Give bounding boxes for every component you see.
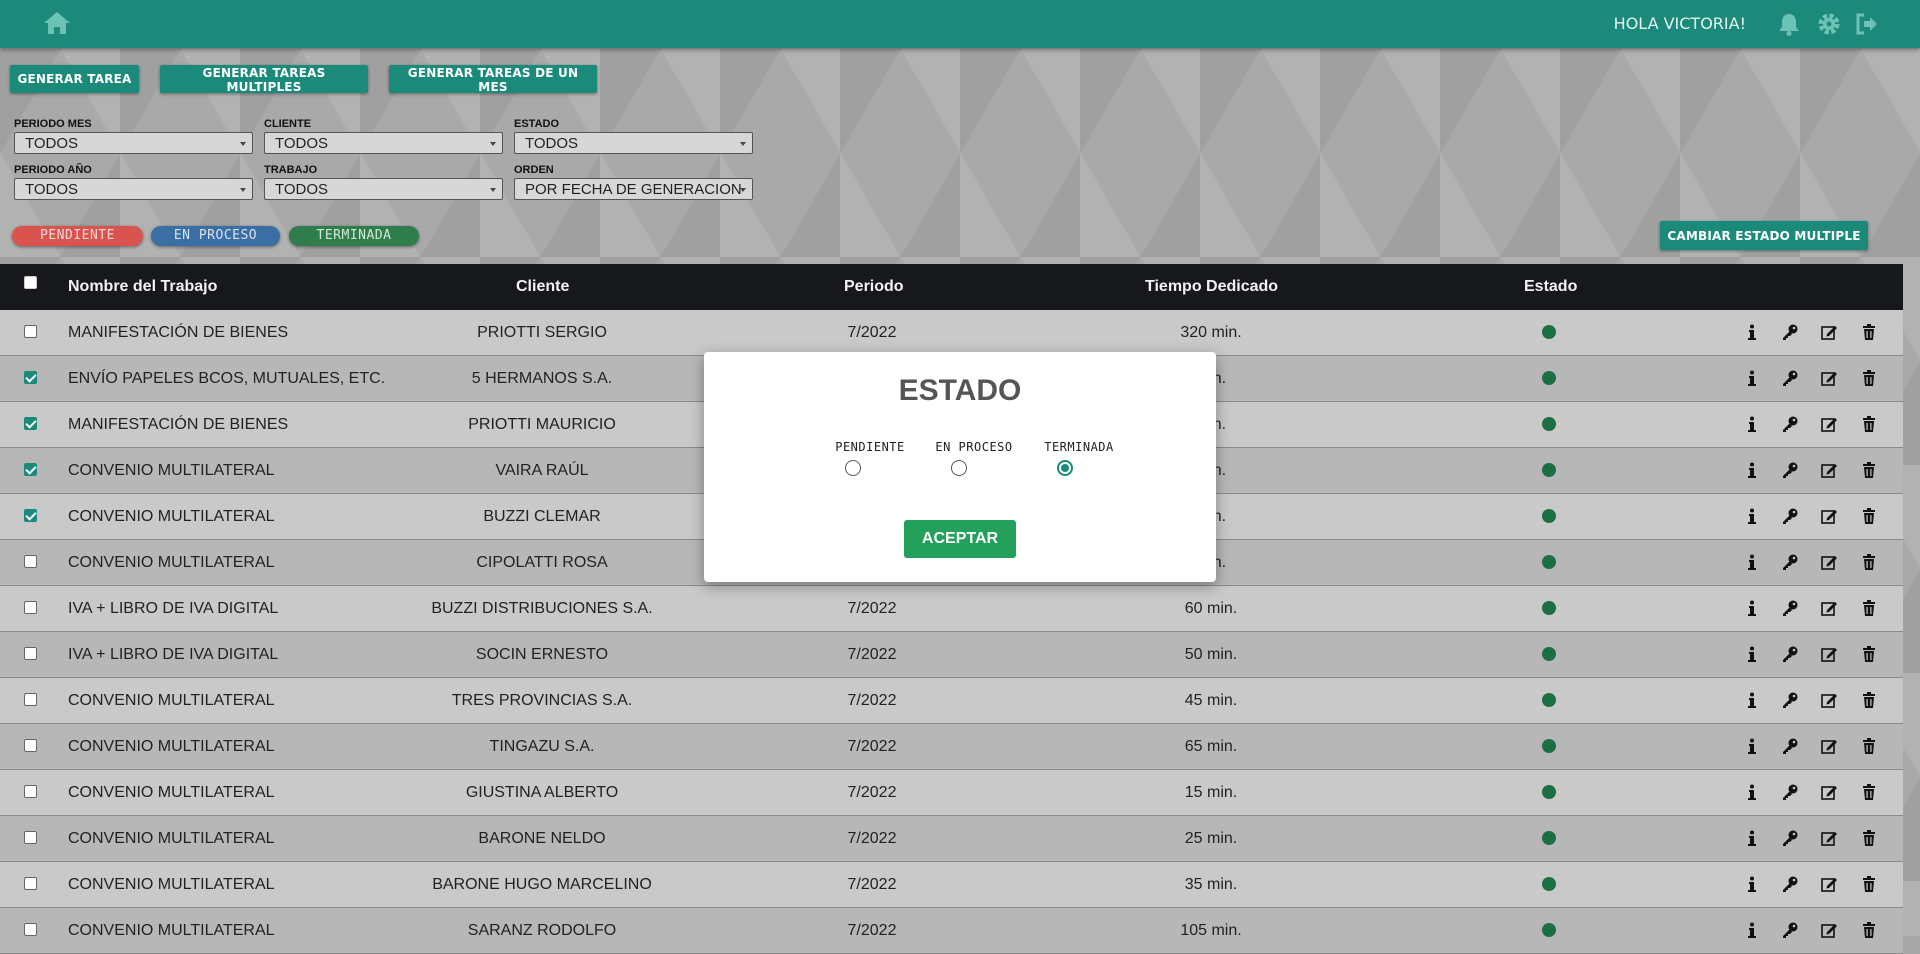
home-icon[interactable] — [42, 10, 72, 36]
aceptar-button[interactable]: ACEPTAR — [904, 520, 1016, 558]
modal-title: ESTADO — [898, 374, 1022, 407]
radio-terminada[interactable] — [1057, 460, 1073, 476]
greeting-text: HOLA VICTORIA! — [1613, 14, 1746, 33]
radio-label-en-proceso: EN PROCESO — [935, 440, 1013, 454]
top-navbar: HOLA VICTORIA! — [0, 0, 1920, 48]
radio-label-pendiente: PENDIENTE — [835, 440, 905, 454]
estado-modal: ESTADO PENDIENTE EN PROCESO TERMINADA AC… — [704, 352, 1216, 582]
gear-icon[interactable] — [1816, 11, 1842, 37]
radio-pendiente[interactable] — [845, 460, 861, 476]
logout-icon[interactable] — [1854, 11, 1880, 37]
radio-en-proceso[interactable] — [951, 460, 967, 476]
radio-label-terminada: TERMINADA — [1044, 440, 1114, 454]
bell-icon[interactable] — [1776, 11, 1802, 37]
